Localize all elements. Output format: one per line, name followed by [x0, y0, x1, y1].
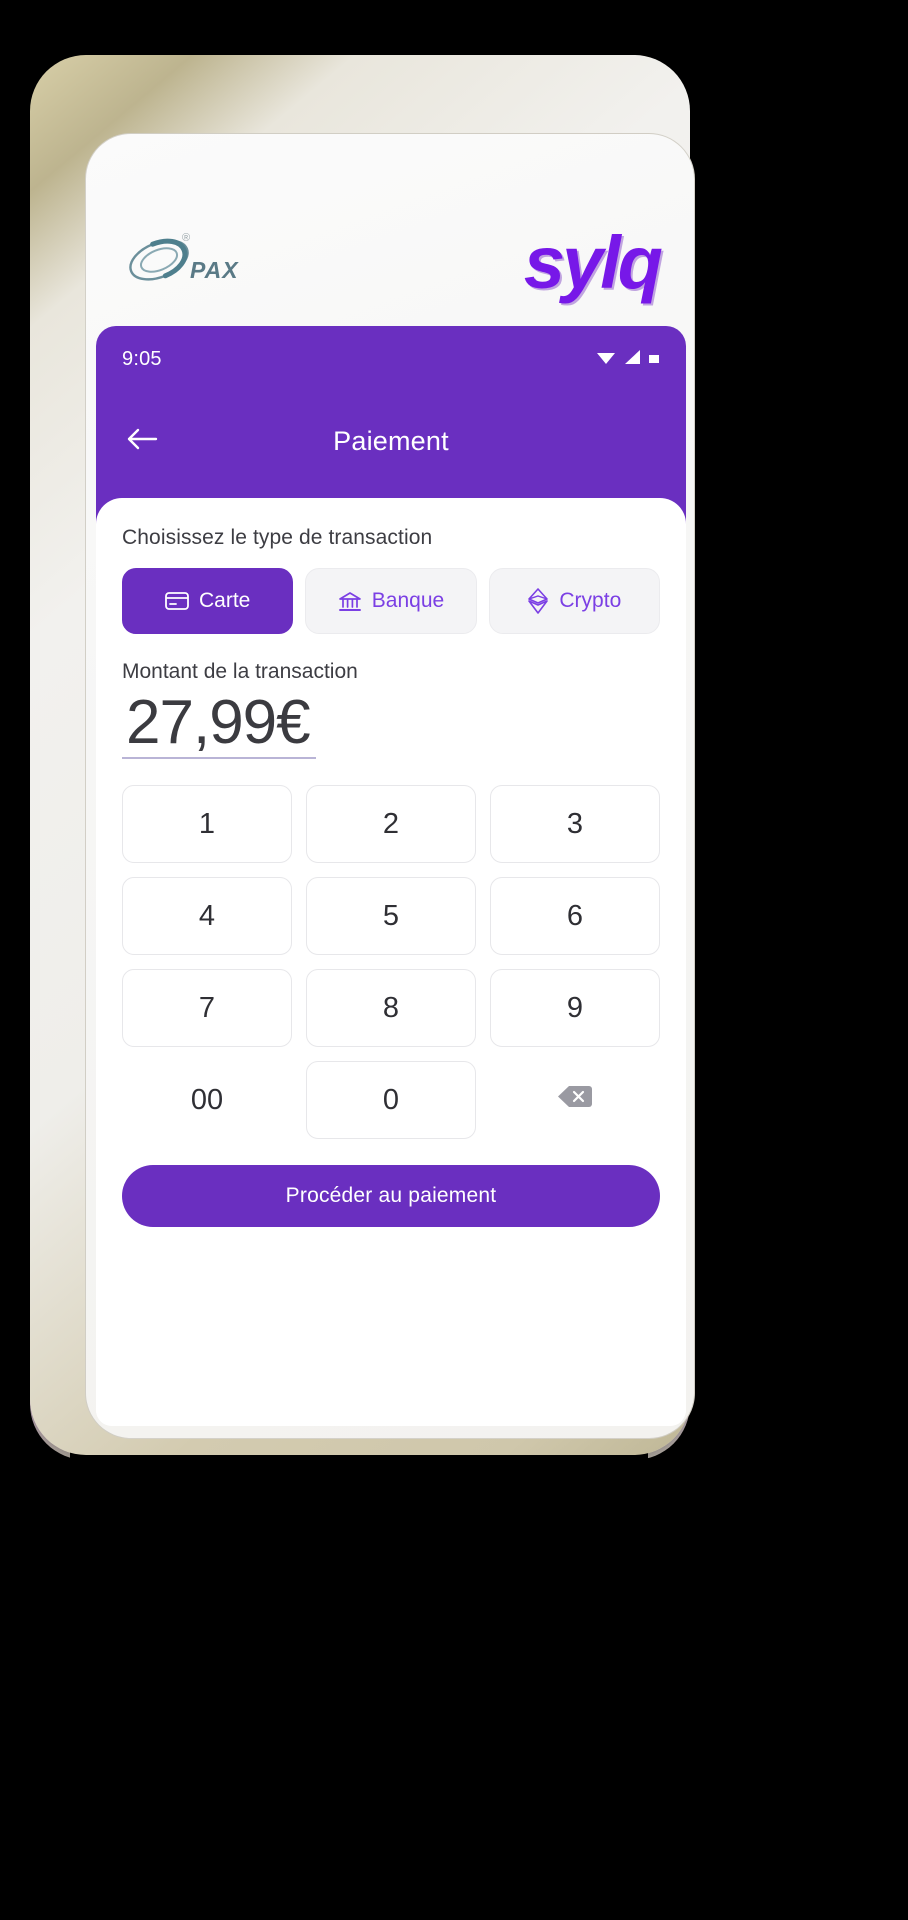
key-3[interactable]: 3 — [490, 785, 660, 864]
key-2[interactable]: 2 — [306, 785, 476, 864]
sylq-logo: sylq — [523, 221, 663, 304]
payment-terminal-device: ® PAX sylq 9:05 Paiement Choisissez le t… — [30, 55, 695, 1455]
tab-banque-label: Banque — [371, 589, 445, 612]
bank-icon — [338, 591, 362, 612]
key-backspace[interactable] — [490, 1061, 660, 1139]
tab-crypto-label: Crypto — [559, 589, 622, 612]
device-front-panel: ® PAX sylq 9:05 Paiement Choisissez le t… — [85, 133, 695, 1439]
pax-wordmark: PAX — [190, 257, 239, 283]
screenshot-stage: ® PAX sylq 9:05 Paiement Choisissez le t… — [0, 0, 908, 1920]
device-brand-strip: ® PAX sylq — [86, 134, 694, 324]
key-9[interactable]: 9 — [490, 969, 660, 1048]
tab-carte-label: Carte — [198, 589, 251, 612]
app-bar-row: Paiement — [96, 399, 686, 483]
phone-screen: 9:05 Paiement Choisissez le type de tran… — [96, 326, 686, 1426]
amount-value: 27,99€ — [126, 688, 311, 757]
transaction-type-label: Choisissez le type de transaction — [122, 526, 433, 549]
page-title: Paiement — [333, 425, 449, 456]
registered-trademark-symbol: ® — [182, 232, 191, 244]
key-double-zero[interactable]: 00 — [122, 1061, 292, 1139]
tab-carte[interactable]: Carte — [122, 568, 294, 634]
wifi-icon — [596, 349, 616, 370]
status-bar-icons — [596, 349, 660, 370]
tab-banque[interactable]: Banque — [305, 568, 477, 634]
tab-crypto[interactable]: Crypto — [488, 568, 660, 634]
key-5[interactable]: 5 — [306, 877, 476, 956]
battery-icon — [648, 351, 660, 369]
signal-icon — [623, 349, 641, 370]
status-bar: 9:05 — [96, 326, 686, 371]
key-0[interactable]: 0 — [306, 1061, 476, 1140]
numeric-keypad: 1 2 3 4 5 6 7 8 9 00 0 — [122, 785, 660, 1140]
status-bar-clock: 9:05 — [122, 348, 162, 370]
key-6[interactable]: 6 — [490, 877, 660, 956]
ethereum-icon — [527, 588, 549, 614]
pax-logo: ® PAX — [126, 232, 239, 286]
backspace-icon — [558, 1084, 592, 1117]
amount-field[interactable]: 27,99€ — [122, 688, 316, 760]
payment-sheet: Choisissez le type de transaction Carte — [96, 498, 686, 1426]
key-1[interactable]: 1 — [122, 785, 292, 864]
credit-card-icon — [165, 592, 189, 610]
transaction-type-tabs: Carte Banque Crypto — [122, 568, 660, 634]
amount-label: Montant de la transaction — [122, 660, 358, 683]
proceed-to-payment-button[interactable]: Procéder au paiement — [122, 1165, 660, 1228]
key-8[interactable]: 8 — [306, 969, 476, 1048]
key-7[interactable]: 7 — [122, 969, 292, 1048]
key-4[interactable]: 4 — [122, 877, 292, 956]
